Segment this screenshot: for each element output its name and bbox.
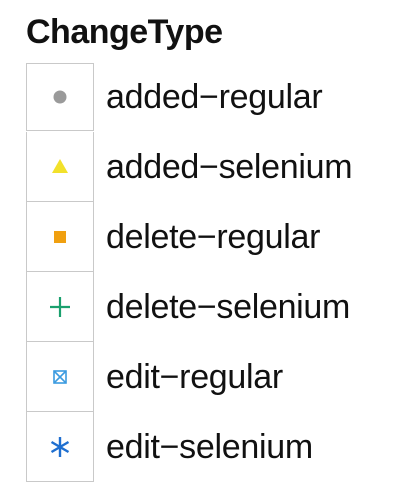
circle-icon [53, 90, 67, 104]
legend-key [26, 272, 94, 342]
legend-key [26, 342, 94, 412]
legend-entry: delete−regular [26, 202, 352, 272]
legend-label: added−regular [106, 78, 323, 116]
plus-icon [50, 296, 70, 317]
legend-label: delete−regular [106, 218, 321, 256]
legend-entry: added−selenium [26, 132, 353, 202]
legend-key [26, 412, 94, 482]
legend-label: edit−selenium [106, 428, 313, 466]
legend-title: ChangeType [26, 13, 223, 51]
legend-entry: edit−selenium [26, 412, 352, 482]
legend-key [26, 202, 94, 272]
legend-entry: added−regular [26, 62, 352, 132]
legend-entry: delete−selenium [26, 272, 352, 342]
legend-label: added−selenium [106, 148, 353, 186]
legend-rows: added−regular added−selenium delete−regula… [26, 62, 353, 482]
legend-label: edit−regular [106, 358, 283, 396]
legend: ChangeType added−regular added−selenium de… [26, 12, 353, 482]
legend-entry: edit−regular [26, 342, 352, 412]
triangle-icon [52, 158, 68, 173]
square-icon [54, 230, 66, 243]
legend-label: delete−selenium [106, 288, 351, 326]
legend-key [26, 63, 94, 131]
boxed-x-icon [53, 369, 67, 384]
legend-key [26, 132, 94, 202]
asterisk-icon [50, 436, 70, 457]
